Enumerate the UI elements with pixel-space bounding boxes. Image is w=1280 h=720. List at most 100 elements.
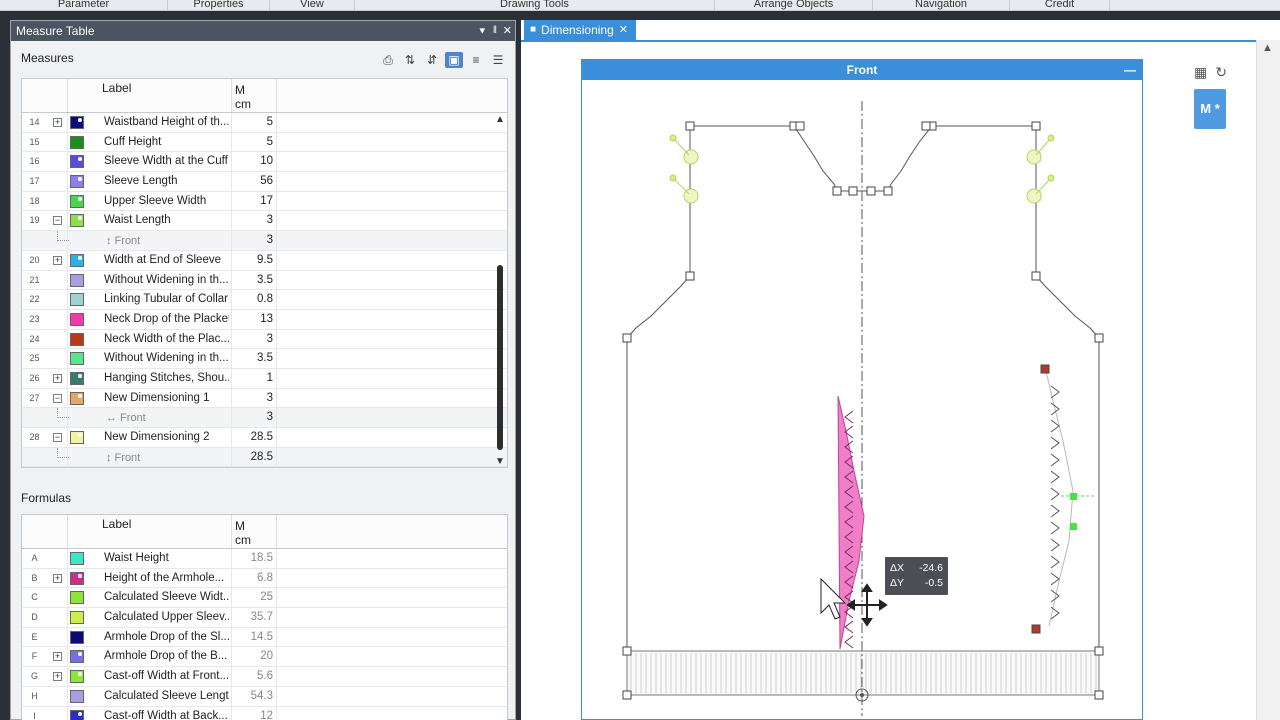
column-header-label[interactable]: Label: [102, 517, 131, 531]
row-value[interactable]: 54.3: [231, 690, 273, 702]
document-scrollbar[interactable]: ▲: [1256, 40, 1280, 720]
expand-toggle-icon[interactable]: −: [53, 393, 62, 403]
table-row[interactable]: 18 Upper Sleeve Width 17: [22, 191, 507, 212]
row-value[interactable]: 3: [231, 392, 273, 404]
measures-scrollbar[interactable]: ▲ ▼: [495, 115, 505, 467]
color-swatch[interactable]: [70, 293, 84, 307]
row-value[interactable]: 1: [231, 372, 273, 384]
menu-icon[interactable]: ▾: [479, 21, 485, 41]
color-swatch[interactable]: [70, 611, 84, 625]
column-header-label[interactable]: Label: [102, 81, 131, 95]
node-handles[interactable]: [622, 121, 1104, 700]
color-swatch[interactable]: [70, 391, 84, 405]
tab-close-icon[interactable]: ✕: [619, 20, 628, 40]
row-value[interactable]: 3: [231, 411, 273, 423]
refresh-icon[interactable]: ↻: [1215, 64, 1227, 81]
ribbon-group-drawing-tools[interactable]: Drawing Tools: [355, 0, 715, 10]
table-row[interactable]: 15 Cuff Height 5: [22, 132, 507, 153]
color-swatch[interactable]: [70, 431, 84, 444]
expand-toggle-icon[interactable]: +: [53, 118, 62, 127]
color-swatch[interactable]: [70, 155, 84, 169]
color-swatch[interactable]: [70, 175, 84, 189]
row-value[interactable]: 5.6: [231, 670, 273, 682]
lines-icon[interactable]: ≡: [467, 52, 485, 68]
printer-icon[interactable]: ⎙: [379, 52, 397, 68]
color-swatch[interactable]: [70, 571, 84, 585]
row-value[interactable]: 5: [231, 136, 273, 148]
row-value[interactable]: 5: [231, 116, 273, 128]
knit-pattern-canvas[interactable]: [582, 80, 1142, 720]
color-swatch[interactable]: [70, 552, 84, 565]
row-value[interactable]: 28.5: [231, 431, 273, 443]
table-row[interactable]: 16 Sleeve Width at the Cuff 10: [22, 152, 507, 173]
lines-alt-icon[interactable]: ☰: [489, 52, 507, 68]
color-swatch[interactable]: [70, 670, 84, 684]
table-row[interactable]: 21 Without Widening in th... 3.5: [22, 270, 507, 291]
table-row[interactable]: A Waist Height 18.5: [22, 549, 507, 569]
table-row[interactable]: B + Height of the Armhole... 6.8: [22, 568, 507, 589]
close-icon[interactable]: ✕: [503, 21, 512, 41]
expand-toggle-icon[interactable]: +: [53, 652, 62, 662]
row-value[interactable]: 12: [231, 710, 273, 720]
scroll-up-icon[interactable]: ▲: [495, 115, 505, 125]
row-value[interactable]: 56: [231, 175, 273, 187]
sort-numeric-icon[interactable]: ⇵: [423, 52, 441, 68]
table-row[interactable]: F + Armhole Drop of the B... 20: [22, 647, 507, 668]
row-value[interactable]: 3.5: [231, 352, 273, 364]
sort-icon[interactable]: ⇅: [401, 52, 419, 68]
tab-dimensioning[interactable]: ■ Dimensioning ✕: [524, 20, 636, 40]
table-row[interactable]: 25 Without Widening in th... 3.5: [22, 349, 507, 369]
table-row[interactable]: 27 − New Dimensioning 1 3: [22, 388, 507, 409]
color-swatch[interactable]: [70, 352, 84, 366]
row-value[interactable]: 20: [231, 650, 273, 662]
table-row[interactable]: I Cast-off Width at Back... 12: [22, 706, 507, 720]
table-row[interactable]: E Armhole Drop of the Sl... 14.5: [22, 627, 507, 648]
table-row[interactable]: 22 Linking Tubular of Collar 0.8: [22, 290, 507, 310]
color-swatch[interactable]: [70, 371, 84, 385]
table-subrow[interactable]: ↕ Front 28.5: [22, 447, 507, 467]
color-swatch[interactable]: [70, 116, 84, 129]
table-row[interactable]: H Calculated Sleeve Length 54.3: [22, 686, 507, 707]
color-swatch[interactable]: [70, 591, 84, 605]
scroll-down-icon[interactable]: ▼: [495, 457, 505, 467]
row-value[interactable]: 13: [231, 313, 273, 325]
table-row[interactable]: 14 + Waistband Height of th... 5: [22, 113, 507, 133]
row-value[interactable]: 35.7: [231, 611, 273, 623]
column-header-m[interactable]: Mcm: [235, 519, 251, 547]
table-row[interactable]: C Calculated Sleeve Widt... 25: [22, 588, 507, 609]
expand-toggle-icon[interactable]: +: [53, 672, 62, 682]
row-value[interactable]: 18.5: [231, 552, 273, 564]
ribbon-group-view[interactable]: View: [270, 0, 355, 10]
row-value[interactable]: 6.8: [231, 572, 273, 584]
table-row[interactable]: D Calculated Upper Sleev... 35.7: [22, 608, 507, 628]
color-swatch[interactable]: [70, 650, 84, 664]
table-row[interactable]: 20 + Width at End of Sleeve 9.5: [22, 250, 507, 271]
table-row[interactable]: 19 − Waist Length 3: [22, 211, 507, 232]
row-value[interactable]: 3: [231, 214, 273, 226]
expand-toggle-icon[interactable]: −: [53, 433, 62, 442]
minimize-icon[interactable]: —: [1124, 60, 1136, 80]
ribbon-group-credit[interactable]: Credit: [1010, 0, 1110, 10]
row-value[interactable]: 17: [231, 195, 273, 207]
color-swatch[interactable]: [70, 253, 84, 267]
table-subrow[interactable]: ↕ Front 3: [22, 231, 507, 251]
right-chevron-shape[interactable]: [1031, 364, 1096, 634]
row-value[interactable]: 3: [231, 333, 273, 345]
layout-icon[interactable]: ▦: [1194, 64, 1207, 81]
color-swatch[interactable]: [70, 332, 84, 346]
column-header-m[interactable]: Mcm: [235, 83, 251, 111]
pin-icon[interactable]: ‖: [493, 21, 497, 41]
table-row[interactable]: 24 Neck Width of the Plac... 3: [22, 329, 507, 350]
row-value[interactable]: 9.5: [231, 254, 273, 266]
color-swatch[interactable]: [70, 135, 84, 149]
table-row[interactable]: 23 Neck Drop of the Placket 13: [22, 309, 507, 330]
table-row[interactable]: 17 Sleeve Length 56: [22, 172, 507, 192]
table-row[interactable]: G + Cast-off Width at Front... 5.6: [22, 667, 507, 687]
color-swatch[interactable]: [70, 630, 84, 644]
expand-toggle-icon[interactable]: −: [53, 216, 62, 226]
bookmark-icon[interactable]: ▣: [445, 52, 463, 68]
expand-toggle-icon[interactable]: +: [53, 373, 62, 383]
row-value[interactable]: 14.5: [231, 631, 273, 643]
color-swatch[interactable]: [70, 214, 84, 228]
table-row[interactable]: 28 − New Dimensioning 2 28.5: [22, 428, 507, 448]
